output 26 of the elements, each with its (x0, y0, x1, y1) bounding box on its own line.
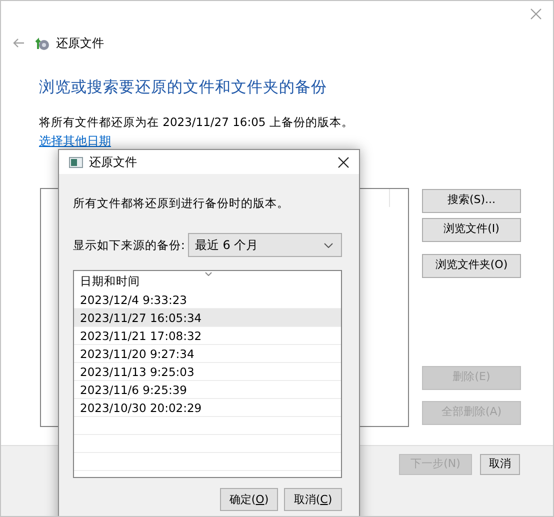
dialog-title: 还原文件 (89, 154, 137, 171)
date-row[interactable]: 2023/11/13 9:25:03 (74, 363, 341, 382)
window-title: 还原文件 (56, 35, 104, 52)
close-icon[interactable] (338, 156, 349, 168)
side-button[interactable]: 浏览文件(I) (422, 218, 521, 242)
source-label: 显示如下来源的备份: (73, 236, 185, 254)
date-row[interactable]: 2023/11/6 9:25:39 (74, 381, 341, 400)
page-heading: 浏览或搜索要还原的文件和文件夹的备份 (38, 77, 328, 98)
back-icon[interactable] (13, 38, 25, 48)
side-button[interactable]: 浏览文件夹(O) (422, 254, 521, 278)
window-icon (69, 156, 83, 168)
date-row[interactable]: 2023/11/20 9:27:34 (74, 345, 341, 364)
source-dropdown[interactable]: 最近 6 个月 (188, 233, 342, 258)
backup-icon (35, 35, 51, 51)
date-row[interactable]: 2023/11/27 16:05:34 (74, 309, 341, 328)
footer-button[interactable]: 取消 (480, 454, 520, 475)
side-button[interactable]: 搜索(S)... (422, 188, 521, 212)
date-row[interactable]: 2023/10/30 20:02:29 (74, 399, 341, 418)
change-date-link[interactable]: 选择其他日期 (39, 134, 111, 148)
dialog-button[interactable]: 确定(O) (220, 488, 278, 512)
chevron-icon (324, 242, 333, 248)
column-header[interactable]: 日期和时间 (80, 274, 140, 288)
dialog-message: 所有文件都将还原到进行备份时的版本。 (73, 195, 290, 212)
description-text: 将所有文件都还原为在 2023/11/27 16:05 上备份的版本。 (38, 114, 354, 132)
date-row[interactable]: 2023/11/21 17:08:32 (74, 327, 341, 346)
dialog-button[interactable]: 取消(C) (284, 488, 342, 512)
